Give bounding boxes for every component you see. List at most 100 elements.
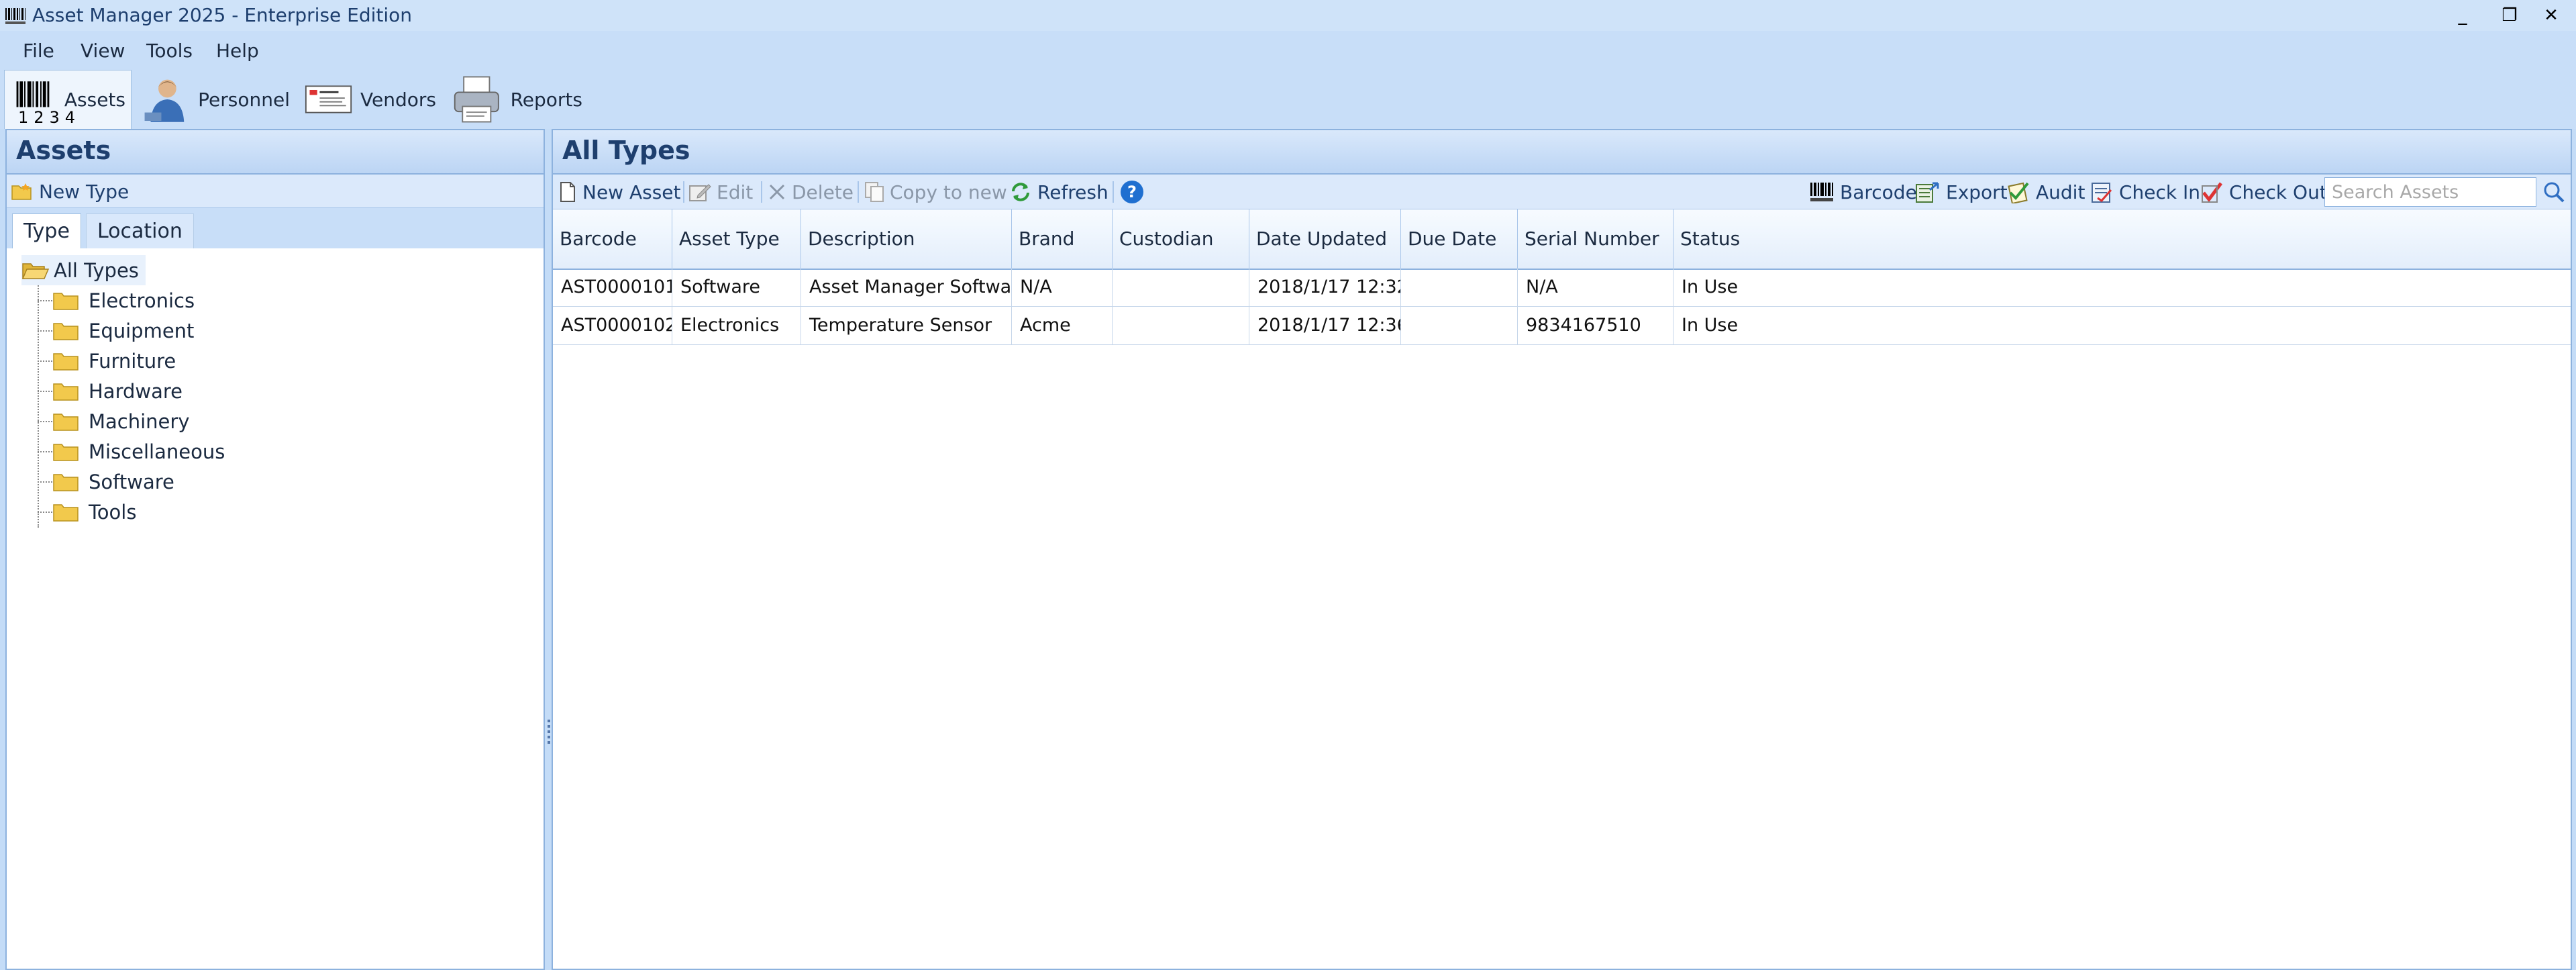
- table-row[interactable]: AST0000101 Software Asset Manager Softwa…: [553, 269, 2571, 307]
- module-tab-assets[interactable]: 1234 Assets: [4, 70, 132, 129]
- copy-to-new-button[interactable]: Copy to new: [864, 175, 1007, 209]
- tree-item-label: Equipment: [89, 319, 195, 342]
- edit-button[interactable]: Edit: [688, 175, 753, 209]
- cell-date-updated: 2018/1/17 12:36: [1249, 307, 1401, 344]
- column-header-status[interactable]: Status: [1673, 209, 2571, 269]
- tree-item-hardware[interactable]: Hardware: [52, 376, 183, 406]
- tree-item-electronics[interactable]: Electronics: [52, 285, 195, 316]
- search-icon: [2544, 182, 2565, 203]
- barcode-icon: [5, 8, 25, 24]
- menu-help[interactable]: Help: [209, 38, 266, 64]
- refresh-icon: [1012, 183, 1029, 201]
- audit-icon: [2008, 182, 2029, 203]
- type-tree: All Types Electronics Equipment Furnitur…: [7, 248, 544, 967]
- toolbar-label: Audit: [2036, 181, 2085, 203]
- new-asset-button[interactable]: New Asset: [558, 175, 681, 209]
- cell-due-date: [1401, 269, 1518, 306]
- cell-serial-number: 9834167510: [1518, 307, 1673, 344]
- delete-icon: [769, 184, 785, 200]
- tree-item-machinery[interactable]: Machinery: [52, 406, 189, 436]
- tree-item-software[interactable]: Software: [52, 467, 174, 497]
- copy-icon: [865, 182, 884, 202]
- tree-item-tools[interactable]: Tools: [52, 497, 136, 527]
- search-input[interactable]: [2324, 177, 2536, 207]
- column-header-brand[interactable]: Brand: [1012, 209, 1113, 269]
- tree-root-label: All Types: [54, 258, 139, 282]
- menu-file[interactable]: File: [16, 38, 61, 64]
- cell-custodian: [1113, 269, 1249, 306]
- column-header-description[interactable]: Description: [801, 209, 1012, 269]
- module-tab-label: Reports: [510, 88, 582, 111]
- menu-view[interactable]: View: [74, 38, 132, 64]
- close-button[interactable]: ✕: [2531, 3, 2571, 28]
- column-header-barcode[interactable]: Barcode: [553, 209, 672, 269]
- module-tab-vendors[interactable]: Vendors: [299, 70, 442, 129]
- printer-icon: [454, 76, 499, 123]
- new-type-button[interactable]: New Type: [11, 175, 129, 208]
- audit-button[interactable]: Audit: [2006, 175, 2085, 209]
- person-icon: [144, 79, 185, 122]
- minimize-button[interactable]: _: [2442, 3, 2483, 28]
- tree-item-equipment[interactable]: Equipment: [52, 316, 194, 346]
- tree-item-label: Furniture: [89, 349, 176, 373]
- column-header-asset-type[interactable]: Asset Type: [672, 209, 801, 269]
- cell-due-date: [1401, 307, 1518, 344]
- menu-bar: File View Tools Help: [0, 31, 2576, 70]
- export-icon: [1916, 182, 1939, 203]
- column-header-serial-number[interactable]: Serial Number: [1518, 209, 1673, 269]
- check-out-icon: [2202, 182, 2222, 203]
- folder-icon: [53, 322, 79, 340]
- tree-item-miscellaneous[interactable]: Miscellaneous: [52, 436, 225, 467]
- edit-icon: [689, 184, 711, 201]
- tab-type[interactable]: Type: [12, 213, 81, 248]
- folder-icon: [53, 292, 79, 310]
- folder-icon: [53, 503, 79, 522]
- tab-location[interactable]: Location: [86, 213, 194, 248]
- cell-asset-type: Electronics: [672, 307, 801, 344]
- column-header-date-updated[interactable]: Date Updated: [1249, 209, 1401, 269]
- check-in-icon: [2092, 183, 2112, 203]
- cell-barcode: AST0000101: [553, 269, 672, 306]
- left-panel: Assets New Type Type Location All Types …: [5, 129, 545, 970]
- toolbar-label: Check In: [2119, 181, 2201, 203]
- column-header-due-date[interactable]: Due Date: [1401, 209, 1518, 269]
- barcode-digits: 1234: [18, 108, 81, 127]
- tree-item-label: Hardware: [89, 379, 183, 403]
- column-header-custodian[interactable]: Custodian: [1113, 209, 1249, 269]
- new-type-label: New Type: [39, 180, 130, 203]
- toolbar-label: Copy to new: [890, 181, 1007, 203]
- tree-item-label: Electronics: [89, 289, 195, 312]
- cell-status: In Use: [1682, 315, 1739, 336]
- grid-header: Barcode Asset Type Description Brand Cus…: [553, 209, 2571, 270]
- toolbar-label: Check Out: [2229, 181, 2327, 203]
- tree-item-label: Software: [89, 470, 174, 493]
- left-panel-tabs: Type Location: [7, 208, 544, 248]
- toolbar-label: New Asset: [582, 181, 681, 203]
- search-button[interactable]: [2539, 177, 2569, 207]
- module-tab-reports[interactable]: Reports: [446, 70, 588, 129]
- help-button[interactable]: ?: [1119, 175, 1145, 209]
- right-panel-title: All Types: [562, 136, 690, 165]
- module-tab-label: Vendors: [360, 88, 436, 111]
- tree-item-label: Miscellaneous: [89, 440, 225, 463]
- maximize-button[interactable]: ❐: [2489, 3, 2530, 28]
- toolbar-label: Export: [1946, 181, 2008, 203]
- check-out-button[interactable]: Check Out: [2201, 175, 2327, 209]
- menu-tools[interactable]: Tools: [140, 38, 199, 64]
- tree-item-label: Machinery: [89, 409, 190, 433]
- refresh-button[interactable]: Refresh: [1009, 175, 1109, 209]
- cell-status: In Use: [1682, 277, 1739, 297]
- delete-button[interactable]: Delete: [768, 175, 854, 209]
- table-row[interactable]: AST0000102 Electronics Temperature Senso…: [553, 307, 2571, 345]
- module-tab-personnel[interactable]: Personnel: [137, 70, 295, 129]
- cell-description: Temperature Sensor: [801, 307, 1012, 344]
- barcode-button[interactable]: Barcode: [1809, 175, 1917, 209]
- toolbar-label: Delete: [792, 181, 854, 203]
- open-folder-icon: [21, 262, 50, 279]
- check-in-button[interactable]: Check In: [2090, 175, 2200, 209]
- cell-description: Asset Manager Software: [801, 269, 1012, 306]
- right-panel: All Types New Asset Edit Delete Copy to …: [552, 129, 2572, 970]
- tree-root-all-types[interactable]: All Types: [21, 255, 146, 285]
- export-button[interactable]: Export: [1915, 175, 2008, 209]
- tree-item-furniture[interactable]: Furniture: [52, 346, 176, 376]
